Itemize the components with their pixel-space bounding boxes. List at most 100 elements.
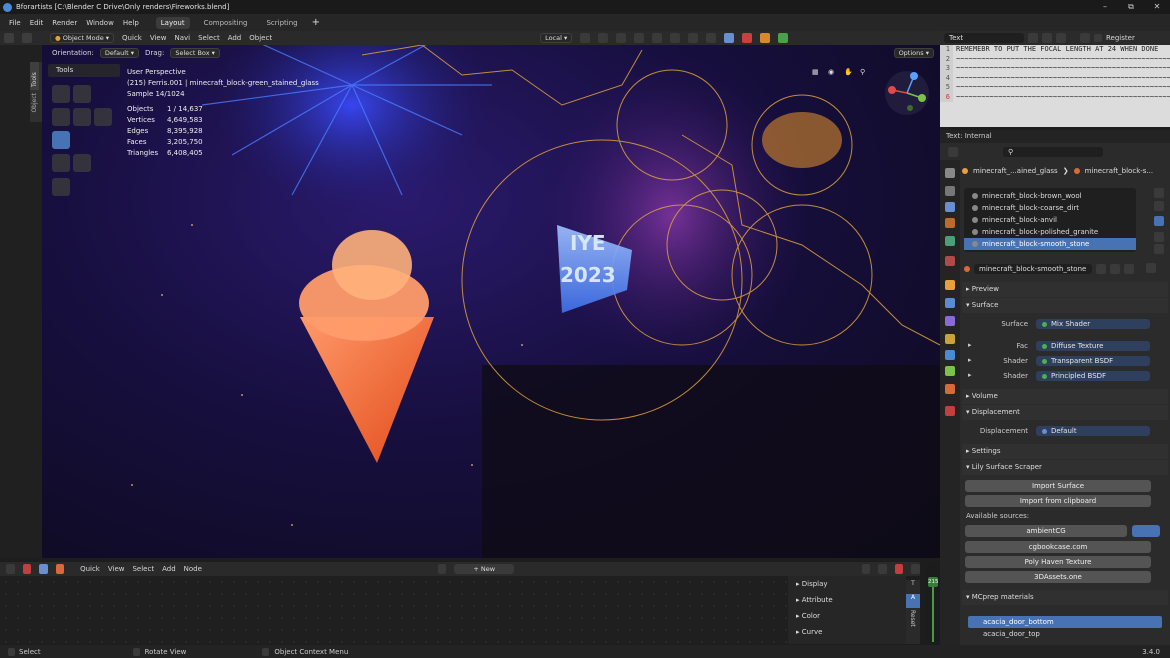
drag-dropdown[interactable]: Select Box ▾	[170, 48, 220, 58]
open-text-icon[interactable]	[1042, 33, 1052, 43]
transform-space-dropdown[interactable]: Local ▾	[540, 33, 573, 43]
tools-panel-header[interactable]: Tools	[48, 64, 120, 77]
editor-type-icon[interactable]	[948, 147, 958, 157]
import-clipboard-button[interactable]: Import from clipboard	[965, 495, 1151, 507]
panel-color[interactable]: ▸ Color	[788, 608, 906, 624]
expand-shader1-icon[interactable]: ▸	[968, 356, 972, 364]
xray-icon[interactable]	[634, 33, 645, 43]
menu-window[interactable]: Window	[86, 19, 114, 27]
slot-menu-icon[interactable]	[1154, 216, 1164, 226]
maximize-icon[interactable]: ⧉	[1118, 0, 1144, 14]
new-text-icon[interactable]	[1028, 33, 1038, 43]
list-item-selected[interactable]: acacia_door_bottom	[968, 616, 1162, 628]
pin-icon[interactable]	[861, 564, 871, 574]
run-script-icon[interactable]	[1080, 33, 1090, 43]
cursor-tool-icon[interactable]	[73, 85, 91, 103]
tab-object-vertical[interactable]: Object	[30, 90, 39, 116]
browse-material-icon[interactable]	[964, 265, 970, 272]
menu-select[interactable]: Select	[132, 565, 154, 573]
menu-node[interactable]: Node	[184, 565, 202, 573]
node-editor-canvas[interactable]	[0, 576, 788, 644]
fac-field[interactable]: Diffuse Texture	[1036, 341, 1150, 351]
move-tool-icon[interactable]	[52, 108, 70, 126]
menu-object[interactable]: Object	[249, 34, 272, 42]
menu-navi[interactable]: Navi	[174, 34, 190, 42]
modifier-tab-icon[interactable]	[945, 298, 955, 308]
material-tab-icon[interactable]	[945, 384, 955, 394]
panel-display[interactable]: ▸ Display	[788, 576, 906, 592]
source-3dassets-button[interactable]: 3DAssets.one	[965, 571, 1151, 583]
physics-tab-icon[interactable]	[945, 334, 955, 344]
menu-quick[interactable]: Quick	[80, 565, 100, 573]
material-name-field[interactable]: minecraft_block-smooth_stone	[974, 263, 1092, 274]
add-cube-tool-icon[interactable]	[52, 178, 70, 196]
annotate-tool-icon[interactable]	[52, 154, 70, 172]
material-slot-list[interactable]: minecraft_block-brown_wool minecraft_blo…	[964, 188, 1136, 252]
output-tab-icon[interactable]	[945, 202, 955, 212]
menu-quick[interactable]: Quick	[122, 34, 142, 42]
unlink-text-icon[interactable]	[1056, 33, 1066, 43]
menu-add[interactable]: Add	[162, 565, 176, 573]
source-cgbookcase-button[interactable]: cgbookcase.com	[965, 541, 1151, 553]
minimize-icon[interactable]: –	[1092, 0, 1118, 14]
gizmo-icon[interactable]	[652, 33, 663, 43]
section-settings[interactable]: ▸ Settings	[962, 444, 1168, 459]
list-item[interactable]: minecraft_block-anvil	[964, 214, 1136, 226]
record-icon[interactable]	[742, 33, 753, 43]
menu-edit[interactable]: Edit	[30, 19, 44, 27]
shading-rendered-icon[interactable]	[724, 33, 735, 43]
section-volume[interactable]: ▸ Volume	[962, 389, 1168, 404]
transform-tool-icon[interactable]	[52, 131, 70, 149]
unlink-material-icon[interactable]	[1124, 263, 1134, 274]
scale-tool-icon[interactable]	[94, 108, 112, 126]
scene-tab-icon[interactable]	[945, 236, 955, 246]
mode-dropdown[interactable]: ● Object Mode ▾	[50, 33, 115, 43]
menu-render[interactable]: Render	[52, 19, 77, 27]
view-icon[interactable]	[22, 33, 32, 43]
add-slot-icon[interactable]	[1154, 188, 1164, 198]
tab-tools-vertical[interactable]: Tools	[30, 62, 39, 90]
section-preview[interactable]: ▸ Preview	[962, 282, 1168, 297]
register-checkbox[interactable]	[1094, 34, 1102, 42]
tab-reset[interactable]: Reset	[906, 608, 919, 629]
menu-add[interactable]: Add	[228, 34, 242, 42]
overlay-icon[interactable]	[616, 33, 627, 43]
move-up-icon[interactable]	[1154, 232, 1164, 242]
expand-fac-icon[interactable]: ▸	[968, 341, 972, 349]
close-icon[interactable]: ✕	[1144, 0, 1170, 14]
panel-attribute[interactable]: ▸ Attribute	[788, 592, 906, 608]
object-tab-icon[interactable]	[945, 280, 955, 290]
pan-hand-icon[interactable]: ✋	[844, 68, 854, 78]
menu-file[interactable]: File	[9, 19, 21, 27]
surface-shader-field[interactable]: Mix Shader	[1036, 319, 1150, 329]
displacement-field[interactable]: Default	[1036, 426, 1150, 436]
section-surface[interactable]: ▾ Surface	[962, 298, 1168, 313]
shading-wireframe-icon[interactable]	[670, 33, 681, 43]
list-item[interactable]: minecraft_block-brown_wool	[964, 190, 1136, 202]
list-item[interactable]: acacia_door_top	[968, 628, 1162, 640]
new-material-icon[interactable]	[1110, 263, 1120, 274]
list-item[interactable]: minecraft_block-polished_granite	[964, 226, 1136, 238]
menu-help[interactable]: Help	[123, 19, 139, 27]
rotate-tool-icon[interactable]	[73, 108, 91, 126]
texture-tab-icon[interactable]	[945, 406, 955, 416]
backdrop-icon[interactable]	[894, 564, 904, 574]
list-item[interactable]: minecraft_block-coarse_dirt	[964, 202, 1136, 214]
menu-view[interactable]: View	[150, 34, 167, 42]
measure-tool-icon[interactable]	[73, 154, 91, 172]
move-down-icon[interactable]	[1154, 244, 1164, 254]
orientation-dropdown[interactable]: Default ▾	[99, 48, 139, 58]
proportional-edit-icon[interactable]	[598, 33, 609, 43]
shader2-field[interactable]: Principled BSDF	[1036, 371, 1150, 381]
snap-icon[interactable]	[580, 33, 591, 43]
home-icon[interactable]	[760, 33, 771, 43]
source-ambientcg-button[interactable]: ambientCG	[965, 525, 1127, 537]
fake-user-icon[interactable]	[1096, 263, 1106, 274]
select-tool-icon[interactable]	[52, 85, 70, 103]
grid-view-icon[interactable]: ▦	[812, 68, 822, 78]
render-tab-icon[interactable]	[945, 186, 955, 196]
navigation-gizmo[interactable]	[884, 70, 930, 116]
section-lily[interactable]: ▾ Lily Surface Scraper	[962, 460, 1168, 475]
overlay-icon[interactable]	[911, 564, 920, 574]
panel-curve[interactable]: ▸ Curve	[788, 624, 906, 640]
